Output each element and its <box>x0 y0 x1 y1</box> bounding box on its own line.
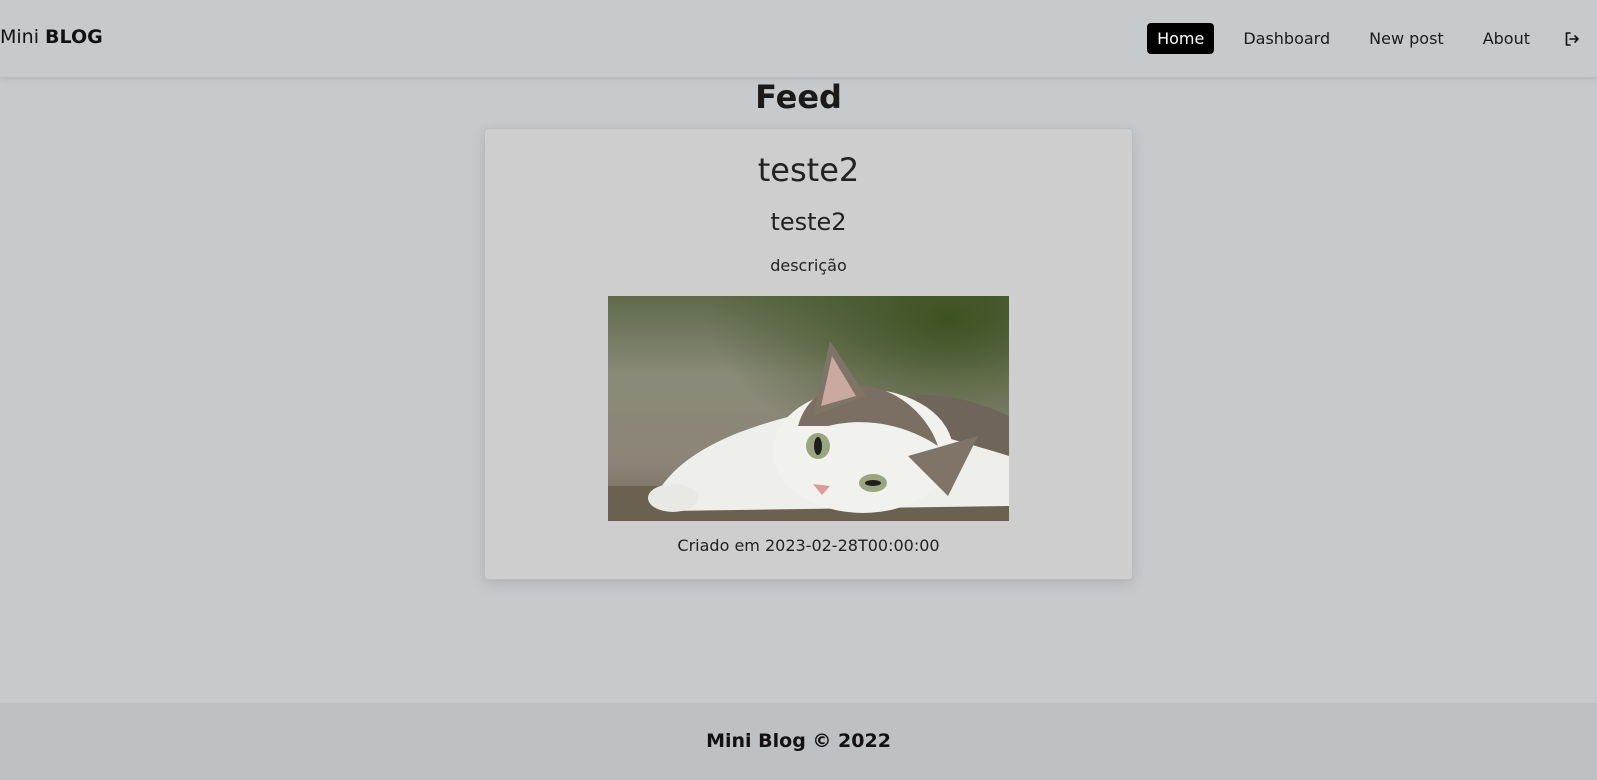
nav-links: Home Dashboard New post About <box>1147 23 1597 54</box>
post-image <box>608 296 1009 521</box>
brand-bold: BLOG <box>45 26 103 48</box>
brand-logo[interactable]: Mini BLOG <box>0 26 103 48</box>
post-title: teste2 <box>757 151 860 189</box>
nav-item-home[interactable]: Home <box>1147 23 1215 54</box>
post-date: Criado em 2023-02-28T00:00:00 <box>677 536 940 555</box>
nav-item-new-post[interactable]: New post <box>1359 23 1454 54</box>
nav-item-about[interactable]: About <box>1473 23 1540 54</box>
brand-light: Mini <box>0 26 39 48</box>
footer: Mini Blog © 2022 <box>0 703 1597 780</box>
main-content: Feed teste2 teste2 descrição Criado em 2… <box>0 77 1597 703</box>
post-subtitle: teste2 <box>770 208 847 236</box>
footer-text: Mini Blog © 2022 <box>706 730 891 752</box>
logout-icon[interactable] <box>1559 26 1585 52</box>
navbar: Mini BLOG Home Dashboard New post About <box>0 0 1597 77</box>
post-description: descrição <box>770 256 847 275</box>
nav-item-dashboard[interactable]: Dashboard <box>1233 23 1340 54</box>
post-card: teste2 teste2 descrição Criado em 2023-0… <box>484 128 1133 580</box>
page-title: Feed <box>755 78 842 116</box>
